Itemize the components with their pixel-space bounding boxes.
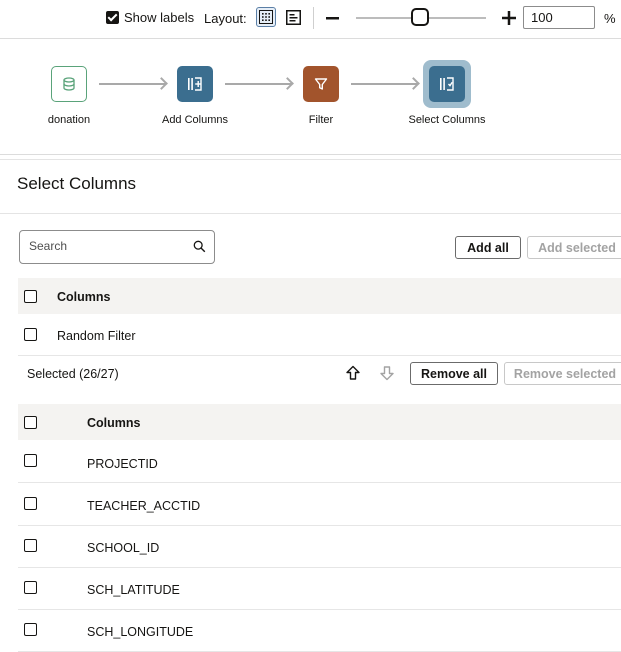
panel-title: Select Columns <box>17 174 137 193</box>
grid-layout-button[interactable] <box>256 7 276 27</box>
available-columns-header: Columns <box>57 290 111 304</box>
row-label: TEACHER_ACCTID <box>87 499 201 513</box>
selected-columns-header: Columns <box>87 416 141 430</box>
remove-all-button[interactable]: Remove all <box>410 362 498 385</box>
selected-count: Selected (26/27) <box>27 367 119 381</box>
remove-selected-button[interactable]: Remove selected <box>504 362 621 385</box>
table-row[interactable]: PROJECTID <box>18 440 621 483</box>
node-select-columns[interactable] <box>429 66 465 102</box>
table-row[interactable]: Random Filter <box>18 314 621 356</box>
node-label-filter: Filter <box>308 114 334 126</box>
list-layout-icon <box>285 9 301 25</box>
node-label-donation: donation <box>47 114 91 126</box>
row-checkbox[interactable] <box>24 328 37 341</box>
zoom-input[interactable] <box>523 6 595 29</box>
show-labels-checkbox[interactable] <box>106 11 119 24</box>
toolbar: Show labels Layout: % <box>0 0 621 39</box>
row-label: SCH_LATITUDE <box>87 583 180 597</box>
available-select-all-checkbox[interactable] <box>24 290 37 303</box>
selected-toolbar: Selected (26/27) Remove all Remove selec… <box>18 356 621 392</box>
toolbar-divider <box>313 7 314 29</box>
row-checkbox[interactable] <box>24 539 37 552</box>
move-down-icon[interactable] <box>379 365 395 381</box>
table-row[interactable]: SCH_LONGITUDE <box>18 609 621 652</box>
layout-label: Layout: <box>204 11 247 26</box>
search-placeholder: Search <box>29 239 68 253</box>
minus-icon[interactable] <box>326 17 339 20</box>
selected-table-header: Columns <box>18 404 621 440</box>
columns-select-icon <box>440 77 454 91</box>
workflow-canvas: donation Add Columns Filter Select Colum… <box>0 39 621 155</box>
grid-layout-icon <box>259 10 273 24</box>
table-row[interactable]: SCH_LATITUDE <box>18 567 621 610</box>
row-checkbox[interactable] <box>24 497 37 510</box>
available-table-header: Columns <box>18 278 621 314</box>
search-icon[interactable] <box>193 240 206 253</box>
selected-select-all-checkbox[interactable] <box>24 416 37 429</box>
node-donation[interactable] <box>51 66 87 102</box>
filter-icon <box>314 78 328 90</box>
row-label: Random Filter <box>57 329 136 343</box>
database-icon <box>63 77 75 91</box>
flow-connector <box>351 83 417 85</box>
table-row[interactable]: SCHOOL_ID <box>18 525 621 568</box>
node-filter[interactable] <box>303 66 339 102</box>
columns-icon <box>188 77 202 91</box>
add-all-button[interactable]: Add all <box>455 236 521 259</box>
plus-icon[interactable] <box>502 11 516 25</box>
table-row[interactable]: TEACHER_ACCTID <box>18 483 621 526</box>
row-label: SCHOOL_ID <box>87 541 160 555</box>
move-up-icon[interactable] <box>345 365 361 381</box>
zoom-slider-thumb[interactable] <box>411 8 429 26</box>
panel-separator <box>0 159 621 160</box>
node-add-columns[interactable] <box>177 66 213 102</box>
row-checkbox[interactable] <box>24 454 37 467</box>
flow-connector <box>225 83 291 85</box>
zoom-unit: % <box>604 11 616 26</box>
node-label-add-columns: Add Columns <box>161 114 229 126</box>
search-input[interactable]: Search <box>19 230 215 264</box>
show-labels-label[interactable]: Show labels <box>124 10 194 25</box>
row-label: PROJECTID <box>87 457 158 471</box>
add-selected-button[interactable]: Add selected <box>527 236 621 259</box>
row-checkbox[interactable] <box>24 581 37 594</box>
panel-divider <box>0 213 621 214</box>
row-label: SCH_LONGITUDE <box>87 625 194 639</box>
list-layout-button[interactable] <box>283 7 303 27</box>
row-checkbox[interactable] <box>24 623 37 636</box>
node-label-select-columns: Select Columns <box>408 114 486 126</box>
flow-connector <box>99 83 165 85</box>
